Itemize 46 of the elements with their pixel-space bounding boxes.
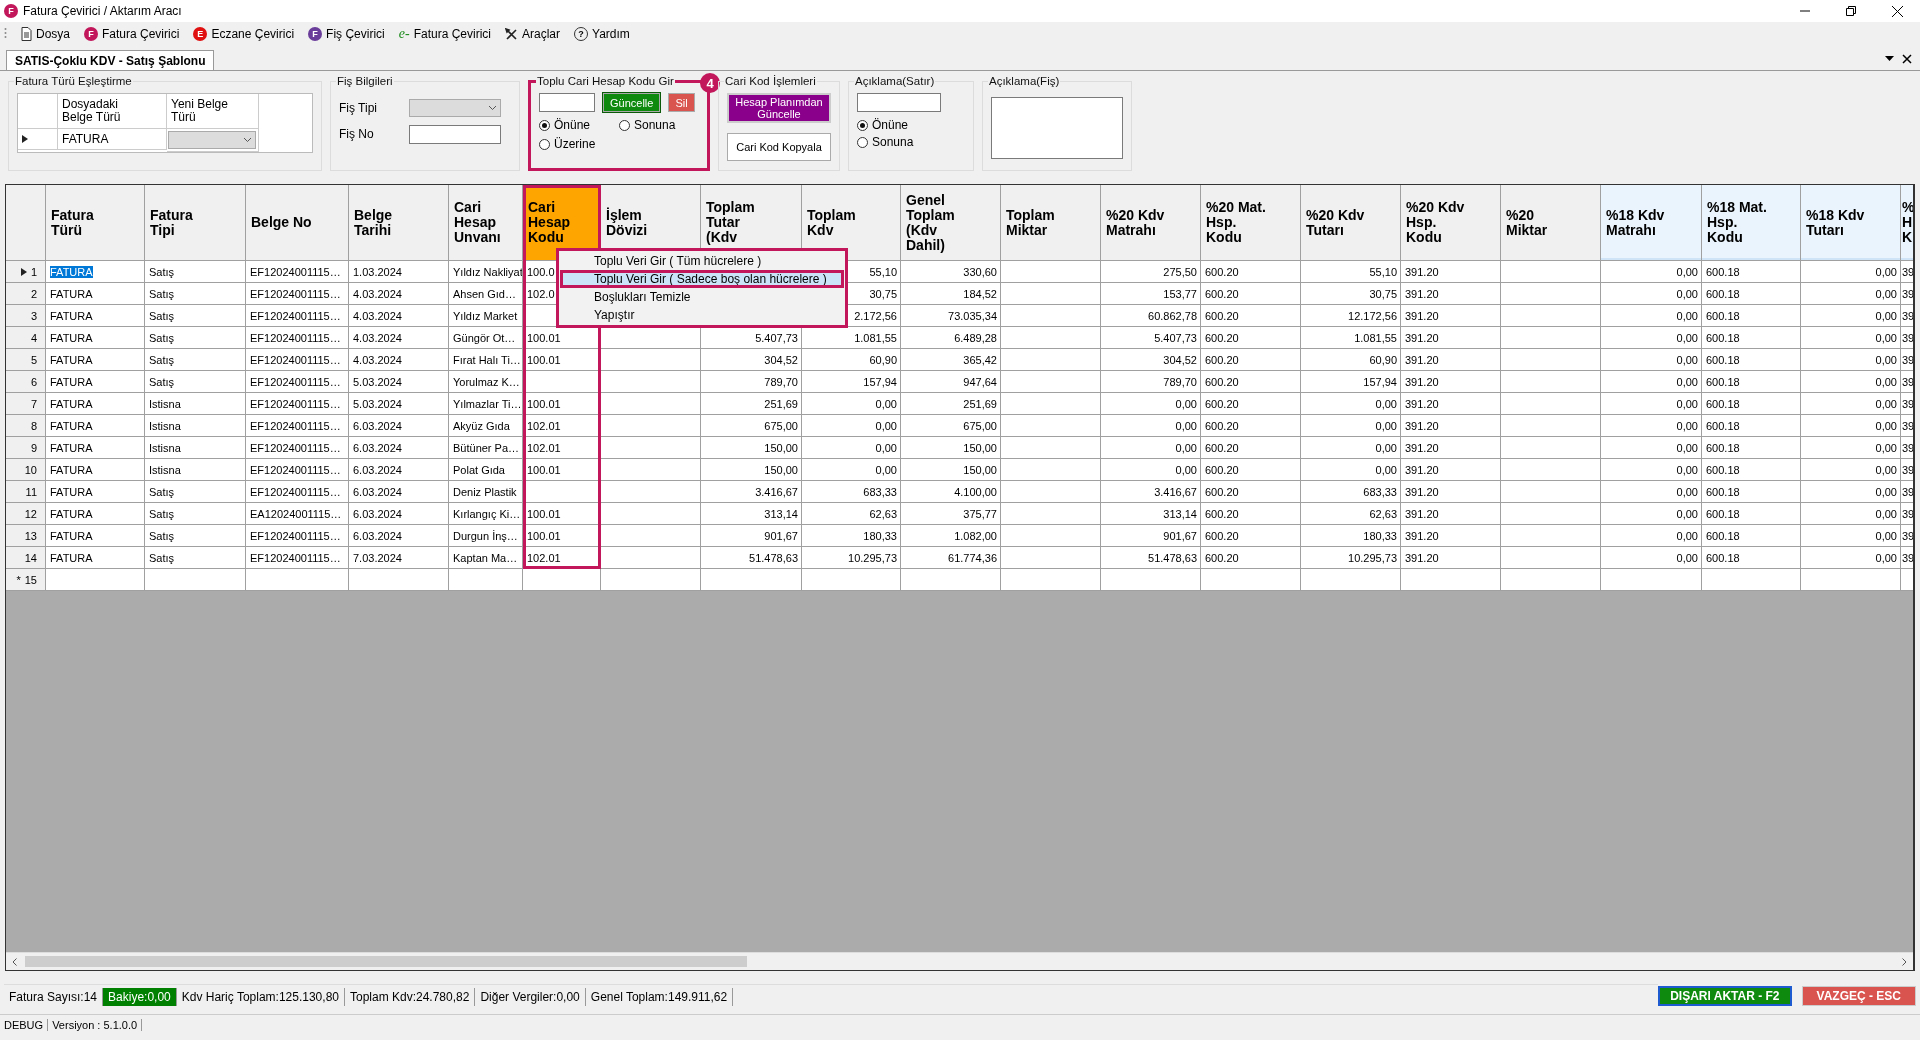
radio-label: Sonuna <box>872 135 914 149</box>
status-item: Toplam Kdv:24.780,82 <box>345 987 476 1006</box>
group-title: Fatura Türü Eşleştirme <box>14 75 133 87</box>
status-item: Kdv Hariç Toplam:125.130,80 <box>176 987 345 1006</box>
logo-icon: e- <box>398 27 410 41</box>
radio-label: Önüne <box>554 118 591 132</box>
row-number: 3 <box>30 309 37 322</box>
group-title: Cari Kod İşlemleri <box>724 75 817 87</box>
status-item: DEBUG <box>0 1019 49 1031</box>
row-number: 2 <box>30 287 37 300</box>
row-number: 9 <box>30 441 37 454</box>
new-row-marker: * <box>16 573 21 586</box>
field-label: Fiş No <box>339 127 375 141</box>
logo-icon: E <box>193 27 208 41</box>
table-cell: FATURA <box>58 129 167 150</box>
status-item: Versiyon : 5.1.0.0 <box>48 1019 143 1031</box>
row-number: 15 <box>24 573 37 586</box>
column-header: Yeni Belge Türü <box>167 94 259 129</box>
row-number: 14 <box>24 551 37 564</box>
radio-label: Sonuna <box>634 118 676 132</box>
radio-label: Önüne <box>872 118 909 132</box>
status-item: Bakiye:0,00 <box>103 987 177 1006</box>
row-number: 5 <box>30 353 37 366</box>
radio-label: Üzerine <box>554 137 596 151</box>
field-label: Fiş Tipi <box>339 101 378 115</box>
row-number: 4 <box>30 331 37 344</box>
row-number: 7 <box>30 397 37 410</box>
row-number: 11 <box>25 485 37 498</box>
group-title: Açıklama(Fiş) <box>988 75 1061 87</box>
group-title: Toplu Cari Hesap Kodu Gir <box>536 75 675 87</box>
status-item: Diğer Vergiler:0,00 <box>475 987 586 1006</box>
row-number: 12 <box>24 507 37 520</box>
logo-icon: F <box>308 27 323 41</box>
row-number: 6 <box>30 375 37 388</box>
row-number: 1 <box>30 265 37 278</box>
row-number: 10 <box>24 463 37 476</box>
logo-icon: F <box>84 27 98 41</box>
app-icon: F <box>4 4 18 18</box>
row-number: 8 <box>30 419 37 432</box>
group-title: Fiş Bilgileri <box>336 75 394 87</box>
column-header: Dosyadaki Belge Türü <box>58 94 167 129</box>
group-title: Açıklama(Satır) <box>854 75 936 87</box>
step-badge: 4 <box>700 73 720 93</box>
status-item: Genel Toplam:149.911,62 <box>585 987 734 1006</box>
window-title: Fatura Çevirici / Aktarım Aracı <box>23 4 183 18</box>
row-number: 13 <box>24 529 37 542</box>
